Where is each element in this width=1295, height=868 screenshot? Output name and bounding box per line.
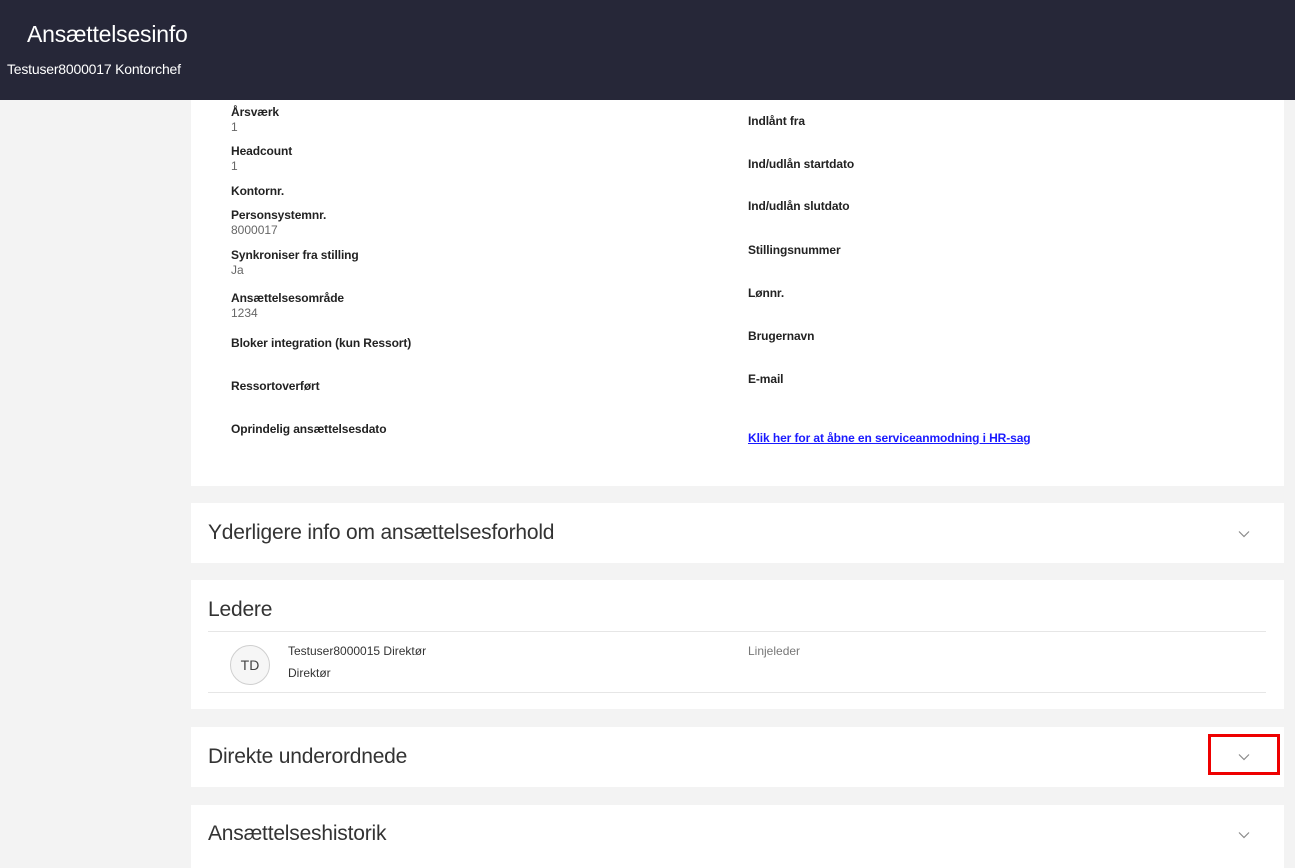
field-value: 1234 (231, 306, 258, 320)
field-label: Ansættelsesområde (231, 291, 345, 305)
field-label: Ind/udlån slutdato (748, 199, 850, 213)
field-indudlaan-slutdato: Ind/udlån slutdato (748, 199, 850, 214)
field-aarsvaerk: Årsværk 1 (231, 105, 279, 134)
field-oprindelig-dato: Oprindelig ansættelsesdato (231, 422, 387, 437)
field-value: 8000017 (231, 223, 278, 237)
field-label: Stillingsnummer (748, 243, 841, 257)
field-kontornr: Kontornr. (231, 184, 284, 199)
field-label: Ressortoverført (231, 379, 320, 393)
field-label: Personsystemnr. (231, 208, 327, 222)
section-ansaettelseshistorik[interactable]: Ansættelseshistorik (191, 805, 1284, 868)
section-direkte-underordnede[interactable]: Direkte underordnede (191, 727, 1284, 787)
field-label: Oprindelig ansættelsesdato (231, 422, 387, 436)
app-header: Ansættelsesinfo Testuser8000017 Kontorch… (0, 0, 1295, 100)
field-brugernavn: Brugernavn (748, 329, 814, 344)
section-title: Ledere (208, 598, 273, 621)
field-personsystemnr: Personsystemnr. 8000017 (231, 208, 326, 237)
employment-info-card: Årsværk 1 Headcount 1 Kontornr. Personsy… (191, 100, 1284, 486)
field-stillingsnummer: Stillingsnummer (748, 243, 841, 258)
field-value: 1 (231, 120, 238, 134)
field-synkroniser: Synkroniser fra stilling Ja (231, 248, 359, 277)
divider (208, 631, 1266, 632)
section-title: Ansættelseshistorik (208, 822, 387, 845)
field-label: Synkroniser fra stilling (231, 248, 359, 262)
chevron-down-icon[interactable] (1236, 526, 1252, 542)
section-title: Direkte underordnede (208, 745, 408, 768)
field-label: Indlånt fra (748, 114, 805, 128)
field-label: Ind/udlån startdato (748, 157, 855, 171)
field-label: Årsværk (231, 105, 279, 119)
field-headcount: Headcount 1 (231, 144, 292, 173)
section-ledere: Ledere TD Testuser8000015 Direktør Direk… (191, 580, 1284, 709)
field-indlaant-fra: Indlånt fra (748, 114, 805, 129)
field-label: Bloker integration (kun Ressort) (231, 336, 412, 350)
avatar: TD (230, 645, 270, 685)
manager-name[interactable]: Testuser8000015 Direktør (288, 644, 426, 658)
field-loennr: Lønnr. (748, 286, 784, 301)
field-bloker-integration: Bloker integration (kun Ressort) (231, 336, 411, 351)
section-title: Yderligere info om ansættelsesforhold (208, 521, 555, 544)
left-strip (0, 100, 5, 868)
field-email: E-mail (748, 372, 784, 387)
service-request-link[interactable]: Klik her for at åbne en serviceanmodning… (748, 431, 1031, 445)
highlight-box (1208, 734, 1280, 775)
field-ressortoverfoert: Ressortoverført (231, 379, 320, 394)
field-label: Kontornr. (231, 184, 285, 198)
field-label: E-mail (748, 372, 784, 386)
divider (208, 692, 1266, 693)
field-label: Headcount (231, 144, 293, 158)
chevron-down-icon[interactable] (1236, 827, 1252, 843)
section-yderligere-info[interactable]: Yderligere info om ansættelsesforhold (191, 503, 1284, 563)
manager-role: Direktør (288, 666, 331, 680)
field-value: 1 (231, 159, 238, 173)
field-label: Brugernavn (748, 329, 815, 343)
field-indudlaan-startdato: Ind/udlån startdato (748, 157, 854, 172)
field-label: Lønnr. (748, 286, 785, 300)
page-subtitle: Testuser8000017 Kontorchef (7, 61, 181, 77)
manager-type: Linjeleder (748, 644, 801, 658)
field-ansaettelsesomraade: Ansættelsesområde 1234 (231, 291, 344, 320)
page-title: Ansættelsesinfo (27, 21, 188, 47)
field-value: Ja (231, 263, 244, 277)
